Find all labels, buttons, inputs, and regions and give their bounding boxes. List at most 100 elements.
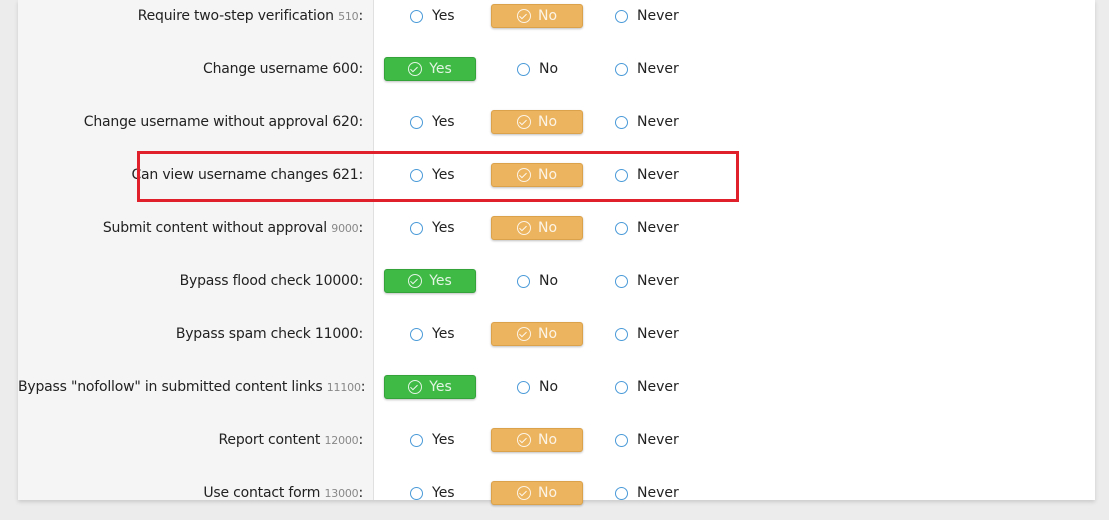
permission-id: 13000 — [324, 487, 359, 500]
radio-icon — [615, 115, 628, 129]
option-no-selected[interactable]: No — [491, 4, 583, 28]
label-colon: : — [358, 273, 363, 289]
option-label: Yes — [432, 8, 455, 24]
permission-id: 600 — [332, 61, 359, 77]
radio-icon — [410, 327, 423, 341]
option-no-selected[interactable]: No — [491, 322, 583, 346]
permission-name: Submit content without approval — [102, 220, 327, 236]
option-no-selected[interactable]: No — [491, 428, 583, 452]
label-colon: : — [360, 379, 366, 395]
option-yes-selected[interactable]: Yes — [384, 375, 476, 399]
permission-label: Require two-step verification 510: — [18, 0, 363, 43]
permission-name: Bypass spam check — [175, 326, 311, 342]
check-circle-icon — [408, 380, 423, 394]
option-never[interactable]: Never — [589, 375, 681, 399]
option-never[interactable]: Never — [589, 110, 681, 134]
radio-icon — [410, 115, 423, 129]
permission-label: Change username 600: — [18, 43, 363, 96]
radio-icon — [410, 221, 423, 235]
label-colon: : — [358, 220, 363, 236]
option-label: Never — [637, 485, 679, 501]
option-label: Never — [637, 432, 679, 448]
permission-name: Use contact form — [203, 485, 321, 501]
label-colon: : — [358, 432, 363, 448]
option-label: No — [539, 379, 559, 395]
option-never[interactable]: Never — [589, 428, 681, 452]
radio-icon — [517, 380, 530, 394]
permission-label: Bypass spam check 11000: — [18, 308, 363, 361]
option-label: No — [537, 326, 558, 342]
radio-icon — [615, 9, 628, 23]
permission-row: Bypass spam check 11000: Yes No Never — [18, 308, 1095, 361]
option-yes-selected[interactable]: Yes — [384, 269, 476, 293]
check-circle-icon — [516, 486, 531, 500]
permission-label: Bypass "nofollow" in submitted content l… — [18, 361, 366, 414]
option-yes-selected[interactable]: Yes — [384, 57, 476, 81]
radio-icon — [615, 486, 628, 500]
highlight-box — [137, 151, 739, 202]
radio-icon — [615, 380, 628, 394]
option-no[interactable]: No — [491, 269, 583, 293]
option-yes[interactable]: Yes — [384, 481, 476, 505]
option-label: Never — [637, 61, 679, 77]
radio-icon — [517, 62, 530, 76]
permission-row: Submit content without approval 9000: Yes… — [18, 202, 1095, 255]
option-label: Yes — [432, 326, 455, 342]
option-label: Never — [637, 379, 679, 395]
option-never[interactable]: Never — [589, 481, 681, 505]
option-label: No — [537, 220, 558, 236]
option-no-selected[interactable]: No — [491, 481, 583, 505]
permission-label: Change username without approval 620: — [18, 96, 363, 149]
radio-icon — [615, 433, 628, 447]
permission-row: Change username 600: Yes No Never — [18, 43, 1095, 96]
option-label: No — [537, 485, 558, 501]
permission-label: Bypass flood check 10000: — [18, 255, 364, 308]
option-no-selected[interactable]: No — [491, 110, 583, 134]
option-no-selected[interactable]: No — [491, 216, 583, 240]
option-never[interactable]: Never — [589, 4, 681, 28]
label-colon: : — [358, 114, 363, 130]
check-circle-icon — [408, 274, 423, 288]
radio-icon — [410, 433, 423, 447]
option-never[interactable]: Never — [589, 57, 681, 81]
check-circle-icon — [516, 327, 531, 341]
check-circle-icon — [516, 9, 531, 23]
option-never[interactable]: Never — [589, 216, 681, 240]
option-yes[interactable]: Yes — [384, 428, 476, 452]
permission-id: 12000 — [324, 434, 359, 447]
permission-label: Use contact form 13000: — [18, 467, 363, 520]
option-label: No — [537, 8, 558, 24]
option-yes[interactable]: Yes — [384, 216, 476, 240]
permission-name: Report content — [218, 432, 321, 448]
option-no[interactable]: No — [491, 57, 583, 81]
option-label: Yes — [432, 432, 455, 448]
permission-id: 9000 — [331, 222, 359, 235]
option-yes[interactable]: Yes — [384, 110, 476, 134]
permission-name: Change username without approval — [83, 114, 329, 130]
permission-row: Change username without approval 620: Yes… — [18, 96, 1095, 149]
check-circle-icon — [516, 115, 531, 129]
radio-icon — [517, 274, 530, 288]
option-never[interactable]: Never — [589, 322, 681, 346]
radio-icon — [410, 9, 423, 23]
option-yes[interactable]: Yes — [384, 322, 476, 346]
option-label: Yes — [429, 61, 452, 77]
permission-row: Require two-step verification 510: Yes No N… — [18, 0, 1095, 43]
option-yes[interactable]: Yes — [384, 4, 476, 28]
radio-icon — [615, 274, 628, 288]
option-label: Never — [637, 326, 679, 342]
option-label: Yes — [432, 485, 455, 501]
permission-label: Submit content without approval 9000: — [18, 202, 363, 255]
label-colon: : — [358, 8, 363, 24]
option-label: Never — [637, 220, 679, 236]
permission-id: 11000 — [314, 326, 359, 342]
option-no[interactable]: No — [491, 375, 583, 399]
option-label: Yes — [429, 379, 452, 395]
option-label: Yes — [429, 273, 452, 289]
option-label: Yes — [432, 220, 455, 236]
option-never[interactable]: Never — [589, 269, 681, 293]
option-label: No — [537, 432, 558, 448]
check-circle-icon — [408, 62, 423, 76]
permission-list: Require two-step verification 510: Yes No N… — [18, 0, 1095, 520]
label-colon: : — [358, 326, 363, 342]
